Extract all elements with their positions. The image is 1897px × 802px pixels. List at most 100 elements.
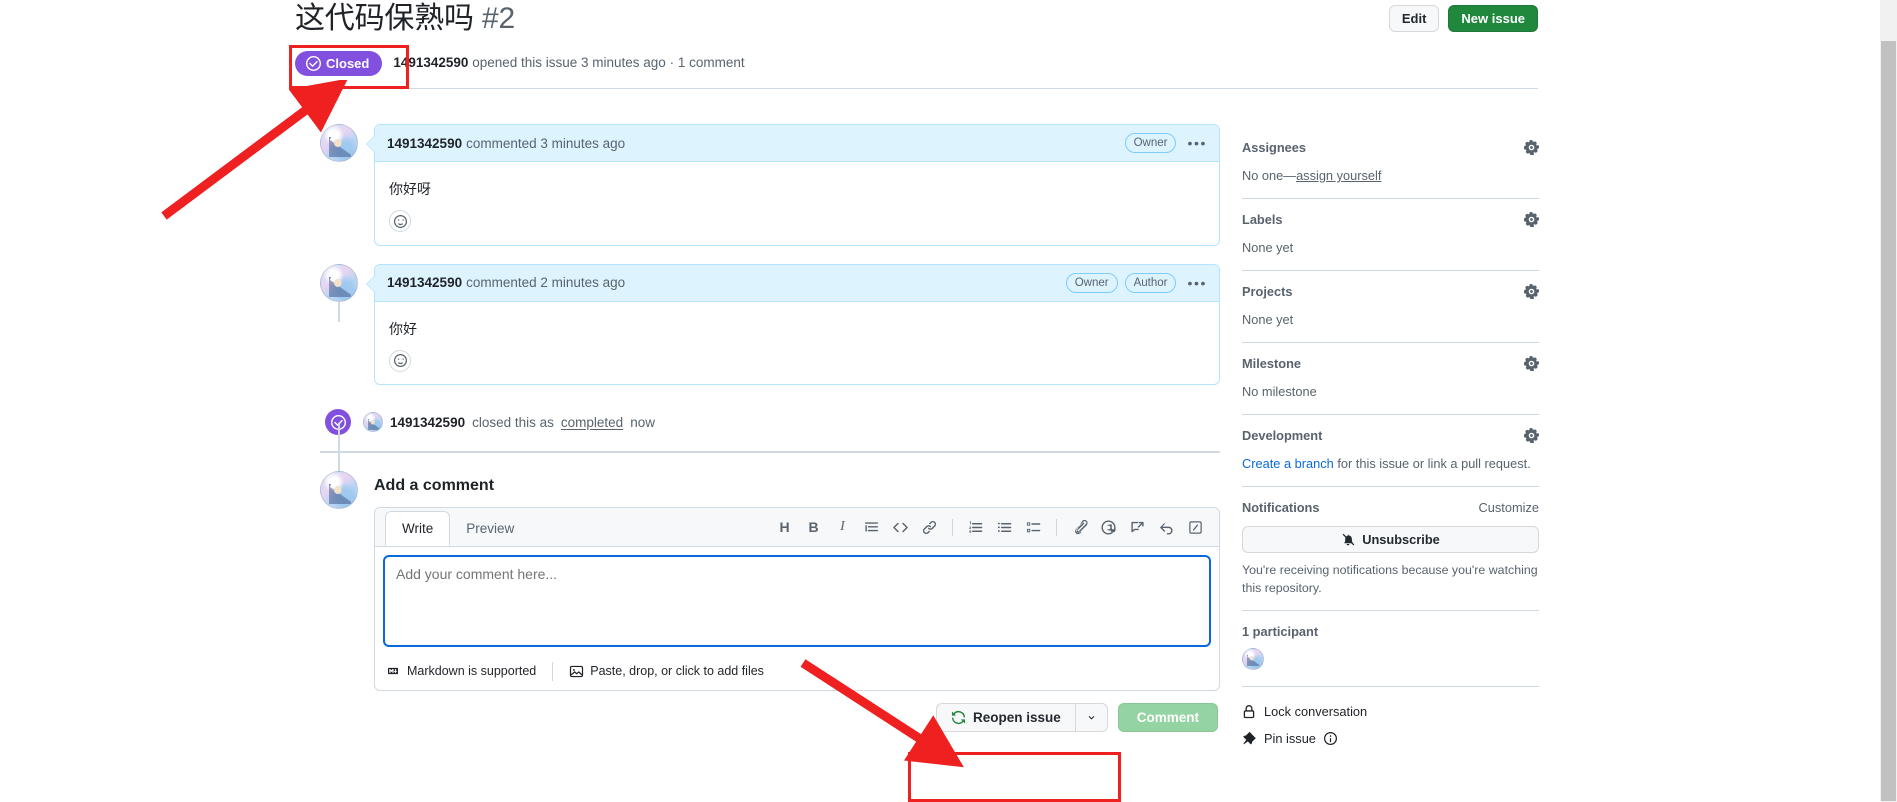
toolbar-divider [952, 518, 953, 536]
reopen-issue-dropdown[interactable] [1074, 704, 1107, 731]
comment-header: 1491342590 commented 3 minutes ago Owner… [375, 125, 1219, 162]
quote-icon[interactable] [858, 514, 885, 541]
comment-submit-button[interactable]: Comment [1117, 703, 1218, 732]
issue-state-row: Closed 1491342590 opened this issue 3 mi… [295, 48, 1538, 78]
attachment-icon[interactable] [1066, 514, 1093, 541]
reopen-issue-button[interactable]: Reopen issue [937, 704, 1075, 731]
gear-icon[interactable] [1524, 428, 1539, 443]
gear-icon[interactable] [1524, 140, 1539, 155]
sidebar-section-projects: Projects None yet [1242, 284, 1539, 343]
sidebar-projects-value: None yet [1242, 312, 1294, 327]
lock-conversation-label: Lock conversation [1264, 704, 1368, 719]
footer-divider [552, 661, 554, 681]
sidebar-milestone-value: No milestone [1242, 384, 1317, 399]
avatar[interactable] [320, 263, 358, 302]
assignees-none-text: No one— [1242, 168, 1297, 183]
sidebar-labels-title: Labels [1242, 212, 1283, 227]
reopen-issue-split-button: Reopen issue [935, 703, 1108, 732]
comment-box: 1491342590 commented 3 minutes ago Owner… [366, 124, 1220, 246]
tab-write[interactable]: Write [385, 510, 451, 546]
info-icon[interactable] [1323, 732, 1337, 745]
smiley-icon[interactable] [389, 349, 411, 372]
reference-icon[interactable] [1124, 514, 1151, 541]
closed-event-reason[interactable]: completed [561, 415, 623, 430]
role-badge-owner: Owner [1124, 133, 1177, 153]
sidebar-notifications-title: Notifications [1242, 500, 1320, 515]
sidebar-section-assignees: Assignees No one—assign yourself [1242, 140, 1539, 199]
participants-list [1242, 648, 1539, 673]
task-list-icon[interactable] [1020, 514, 1047, 541]
image-icon [570, 665, 584, 677]
form-actions: Reopen issue Comment [374, 703, 1220, 732]
comment-input[interactable] [383, 555, 1211, 647]
comment-header: 1491342590 commented 2 minutes ago Owner… [375, 264, 1219, 302]
heading-icon[interactable]: H [771, 514, 798, 541]
smiley-icon[interactable] [389, 210, 411, 232]
comment-menu-button[interactable]: ••• [1187, 276, 1207, 290]
lock-conversation-button[interactable]: Lock conversation [1242, 704, 1539, 719]
gear-icon[interactable] [1524, 212, 1539, 227]
comment-author[interactable]: 1491342590 [387, 136, 462, 151]
assign-yourself-link[interactable]: assign yourself [1296, 168, 1381, 183]
development-rest-text: for this issue or link a pull request. [1333, 456, 1531, 471]
create-branch-link[interactable]: Create a branch [1242, 456, 1334, 471]
smiley-glyph [393, 214, 407, 228]
composer-tabs: Write Preview H B I [375, 508, 1219, 547]
sidebar-assignees-value: No one—assign yourself [1242, 166, 1539, 185]
role-badge-author: Author [1124, 272, 1177, 293]
avatar[interactable] [320, 124, 358, 162]
unsubscribe-button[interactable]: Unsubscribe [1242, 526, 1539, 553]
gear-icon[interactable] [1524, 356, 1539, 371]
customize-link[interactable]: Customize [1479, 500, 1539, 515]
paste-files-note[interactable]: Paste, drop, or click to add files [569, 664, 764, 679]
code-icon[interactable] [887, 514, 914, 541]
notifications-note: You're receiving notifications because y… [1242, 563, 1538, 595]
link-icon[interactable] [916, 514, 943, 541]
closed-event-time: now [630, 414, 655, 430]
ordered-list-icon[interactable] [962, 514, 989, 541]
smiley-glyph [393, 354, 407, 367]
sidebar-section-labels: Labels None yet [1242, 212, 1539, 271]
timeline-comment: 1491342590 commented 3 minutes ago Owner… [320, 124, 1220, 246]
pin-issue-label: Pin issue [1264, 731, 1316, 746]
bold-icon[interactable]: B [800, 514, 827, 541]
avatar[interactable] [1242, 648, 1264, 670]
composer-body [375, 547, 1219, 652]
paste-files-label: Paste, drop, or click to add files [590, 664, 764, 678]
scrollbar-thumb[interactable] [1881, 41, 1896, 801]
timeline-divider [320, 451, 1220, 453]
mention-icon[interactable] [1095, 514, 1122, 541]
pin-issue-button[interactable]: Pin issue [1242, 731, 1539, 746]
issue-meta-text: opened this issue 3 minutes ago · 1 comm… [468, 55, 745, 70]
status-badge-label: Closed [326, 55, 370, 71]
edit-button[interactable]: Edit [1388, 5, 1440, 32]
comment-author[interactable]: 1491342590 [387, 275, 462, 290]
check-circle-icon [306, 55, 321, 71]
sidebar-section-development: Development Create a branch for this iss… [1242, 428, 1539, 487]
comment-box: 1491342590 commented 2 minutes ago Owner… [366, 263, 1220, 385]
reaction-row [375, 346, 1219, 385]
composer-footer: Markdown is supported Paste, drop, or cl… [375, 652, 1219, 690]
issue-meta: 1491342590 opened this issue 3 minutes a… [393, 53, 744, 73]
unordered-list-icon[interactable] [991, 514, 1018, 541]
issue-number: #2 [481, 2, 515, 35]
markdown-supported-note[interactable]: Markdown is supported [385, 664, 536, 678]
closed-event-text: 1491342590 closed this as completed now [363, 412, 655, 432]
avatar[interactable] [363, 412, 383, 432]
header-actions: Edit New issue [1388, 5, 1538, 32]
new-issue-button[interactable]: New issue [1448, 5, 1538, 32]
slash-command-icon[interactable] [1182, 514, 1209, 541]
issue-title-text: 这代码保熟吗 [295, 2, 474, 35]
gear-icon[interactable] [1524, 284, 1539, 299]
closed-event-actor[interactable]: 1491342590 [390, 415, 465, 430]
markdown-icon [388, 667, 398, 675]
page-scrollbar[interactable] [1880, 0, 1897, 802]
reply-icon[interactable] [1153, 514, 1180, 541]
italic-icon[interactable]: I [829, 514, 856, 541]
timeline-comment: 1491342590 commented 2 minutes ago Owner… [320, 263, 1220, 385]
sidebar-assignees-title: Assignees [1242, 140, 1307, 155]
avatar[interactable] [320, 471, 358, 509]
tab-preview[interactable]: Preview [450, 512, 530, 545]
comment-menu-button[interactable]: ••• [1187, 136, 1207, 150]
unsubscribe-label: Unsubscribe [1362, 532, 1440, 547]
